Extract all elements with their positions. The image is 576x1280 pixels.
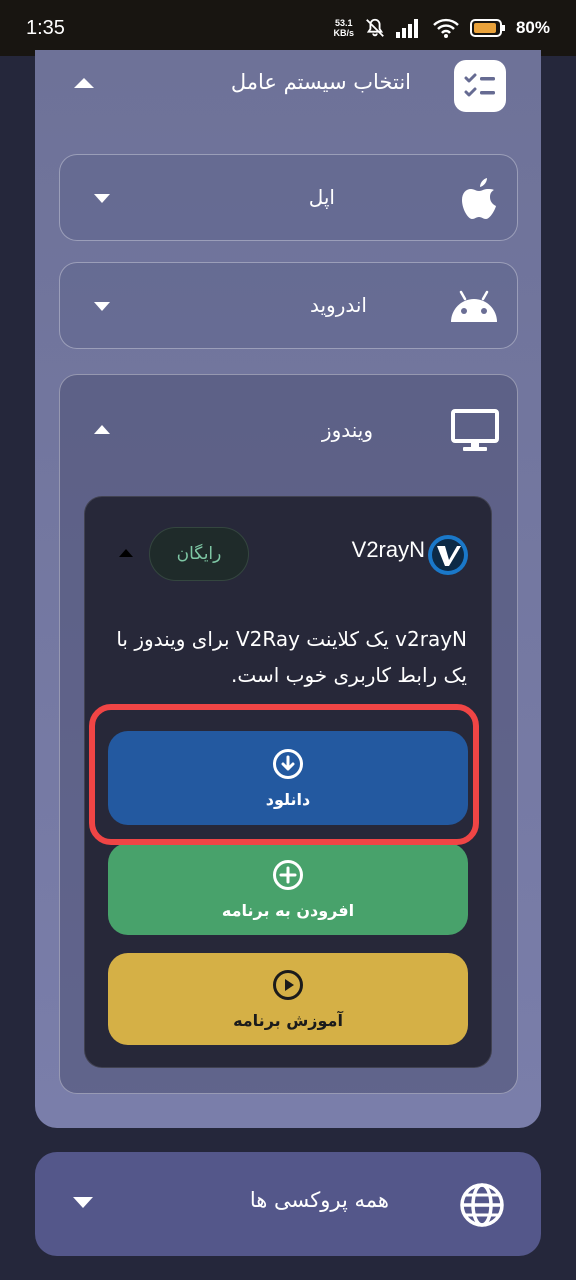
app-name: V2rayN [351, 537, 425, 562]
status-bar: 1:35 53.1 KB/s 80% [0, 0, 576, 56]
caret-up-icon[interactable] [119, 549, 133, 557]
network-speed: 53.1 KB/s [333, 18, 354, 38]
add-to-app-button-label: افرودن به برنامه [221, 900, 355, 920]
android-icon [451, 290, 497, 322]
caret-down-icon [94, 194, 110, 203]
checklist-icon [454, 60, 506, 112]
os-item-apple[interactable]: اپل [59, 154, 518, 241]
monitor-icon [451, 409, 499, 451]
caret-up-icon [74, 78, 94, 88]
all-proxies-label: همه پروکسی ها [249, 1188, 389, 1212]
add-to-app-button[interactable]: افرودن به برنامه [108, 843, 468, 935]
tutorial-button[interactable]: آموزش برنامه [108, 953, 468, 1045]
os-item-label: ویندوز [321, 418, 373, 442]
os-item-windows-header[interactable]: ویندوز [60, 375, 517, 485]
globe-icon [460, 1183, 504, 1227]
os-item-label: اندروید [309, 293, 367, 317]
os-section-header[interactable]: انتخاب سیستم عامل [35, 50, 541, 125]
caret-up-icon [94, 425, 110, 434]
download-icon [273, 748, 303, 779]
all-proxies-card[interactable]: همه پروکسی ها [35, 1152, 541, 1256]
download-button[interactable]: دانلود [108, 731, 468, 825]
v2rayn-logo-icon [428, 535, 468, 575]
free-badge: رایگان [149, 527, 249, 581]
os-item-android[interactable]: اندروید [59, 262, 518, 349]
play-circle-icon [273, 969, 303, 1000]
caret-down-icon [94, 302, 110, 311]
os-section-title: انتخاب سیستم عامل [230, 70, 411, 94]
battery-icon [469, 19, 505, 37]
signal-icon [395, 19, 418, 38]
tutorial-button-label: آموزش برنامه [233, 1010, 343, 1030]
status-time: 1:35 [26, 16, 65, 39]
plus-circle-icon [273, 859, 303, 890]
app-card-v2rayn: V2rayN رایگان v2rayN یک کلاینت V2Ray برا… [84, 496, 492, 1068]
mute-icon [366, 18, 384, 37]
os-selection-card: انتخاب سیستم عامل اپل اندروید ویندوز V2r… [35, 50, 541, 1128]
apple-icon [462, 178, 496, 219]
download-button-label: دانلود [265, 789, 311, 809]
wifi-icon [433, 18, 459, 38]
app-description: v2rayN یک کلاینت V2Ray برای ویندوز با یک… [116, 627, 467, 687]
status-indicators: 53.1 KB/s 80% [333, 17, 550, 39]
os-item-label: اپل [308, 185, 335, 209]
battery-percent: 80% [515, 18, 550, 37]
caret-down-icon [73, 1197, 93, 1208]
